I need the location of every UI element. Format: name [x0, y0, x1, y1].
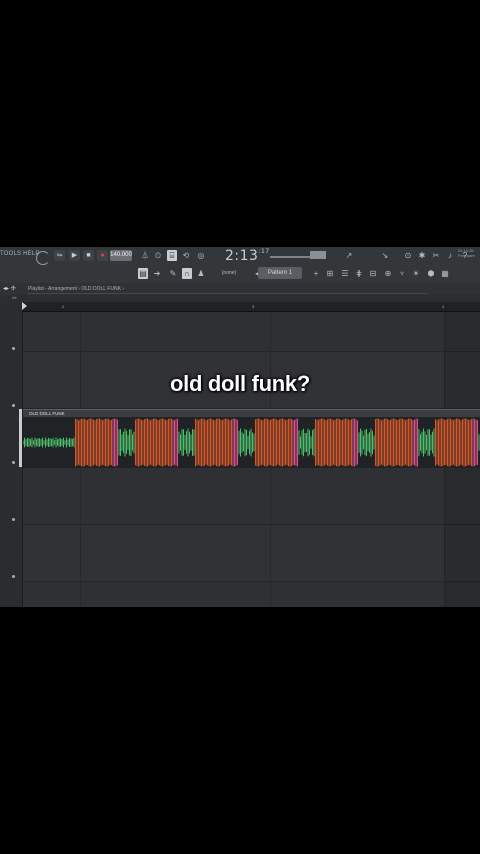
- snap-select[interactable]: (none): [219, 268, 239, 279]
- browser-icon[interactable]: ⊟: [368, 268, 378, 279]
- clock-sub: :17: [258, 248, 270, 255]
- ruler-mark-2: 2: [62, 304, 65, 309]
- ruler-mark-4: 4: [442, 304, 445, 309]
- track-1-dot[interactable]: [12, 347, 15, 350]
- track-5-dot[interactable]: [12, 575, 15, 578]
- playlist-track-4[interactable]: [23, 468, 480, 525]
- add-pattern-icon[interactable]: +: [311, 268, 321, 279]
- plugin-icon[interactable]: ⊕: [383, 268, 393, 279]
- blend-notes-icon[interactable]: ◎: [196, 250, 206, 261]
- mixer-icon[interactable]: ⊙: [403, 250, 413, 261]
- version-line-2: Freeware: [458, 253, 475, 258]
- song-start-marker-icon[interactable]: [22, 302, 27, 310]
- piano-roll-icon[interactable]: ⊞: [325, 268, 335, 279]
- play-icon[interactable]: ▶: [69, 250, 80, 261]
- clock-main: 2:13: [225, 248, 259, 264]
- audio-clip-waveform: [22, 417, 480, 468]
- main-toolbar: TOOLS HELP ⇋ ▶ ■ ● 140.000 ⏃ ⏲ ⌸ ⟲ ◎ 2:1…: [0, 247, 480, 284]
- zoom-icon[interactable]: ✂: [12, 295, 17, 302]
- arrow-down-icon[interactable]: ↘: [380, 250, 390, 261]
- playlist-track-6[interactable]: [23, 582, 480, 607]
- breadcrumb-nav-icon[interactable]: ◂▸ ✣: [3, 283, 16, 295]
- channel-rack-icon[interactable]: ☰: [340, 268, 350, 279]
- wait-input-icon[interactable]: ⏲: [153, 250, 163, 261]
- grid-icon[interactable]: ▦: [440, 268, 450, 279]
- master-volume-knob[interactable]: [36, 251, 50, 265]
- connect-icon[interactable]: ♆: [397, 268, 407, 279]
- cpu-meter-line: [270, 256, 310, 258]
- render-icon[interactable]: ⬢: [426, 268, 436, 279]
- metronome-icon[interactable]: ⏃: [140, 250, 150, 261]
- track-2-dot[interactable]: [12, 404, 15, 407]
- loop-record-icon[interactable]: ⟲: [181, 250, 191, 261]
- track-3-dot[interactable]: [12, 461, 15, 464]
- stop-icon[interactable]: ■: [83, 250, 94, 261]
- arrow-up-icon[interactable]: ↗: [344, 250, 354, 261]
- track-4-dot[interactable]: [12, 518, 15, 521]
- pattern-song-toggle-icon[interactable]: ⇋: [54, 250, 65, 261]
- daw-window: TOOLS HELP ⇋ ▶ ■ ● 140.000 ⏃ ⏲ ⌸ ⟲ ◎ 2:1…: [0, 247, 480, 607]
- arrow-right-icon[interactable]: ➔: [152, 268, 162, 279]
- ruler-mark-3: 3: [252, 304, 255, 309]
- menu-tools-help[interactable]: TOOLS HELP: [0, 251, 40, 257]
- paint-tool-icon[interactable]: ✎: [168, 268, 178, 279]
- audio-clip[interactable]: OLD DOLL FUNK: [22, 409, 480, 468]
- breadcrumb: ◂▸ ✣ Playlist - Arrangement › OLD DOLL F…: [0, 283, 480, 295]
- toolbar-row-top: TOOLS HELP ⇋ ▶ ■ ● 140.000 ⏃ ⏲ ⌸ ⟲ ◎ 2:1…: [0, 247, 480, 265]
- toolbar-row-bottom: ▤ ➔ ✎ ∩ ♟ (none) ◂ Pattern 1 + ⊞ ☰ ⋕ ⊟ ⊕…: [0, 265, 480, 283]
- playlist-track-5[interactable]: [23, 525, 480, 582]
- idea-icon[interactable]: ☀: [411, 268, 421, 279]
- mixer-view-icon[interactable]: ⋕: [354, 268, 364, 279]
- magnet-icon[interactable]: ∩: [182, 268, 192, 279]
- playlist-track-1[interactable]: [23, 312, 480, 352]
- playlist-view-icon[interactable]: ▤: [138, 268, 148, 279]
- pattern-selector[interactable]: Pattern 1: [258, 267, 302, 279]
- tempo-display[interactable]: 140.000: [110, 250, 132, 261]
- video-caption: old doll funk?: [170, 371, 310, 396]
- record-icon[interactable]: ●: [97, 250, 108, 261]
- microphone-icon[interactable]: ♪: [445, 250, 455, 261]
- cpu-meter-block: [310, 251, 326, 259]
- breadcrumb-divider: [28, 293, 428, 294]
- cut-tool-icon[interactable]: ✂: [431, 250, 441, 261]
- waveform-svg: [22, 418, 480, 467]
- audio-clip-title[interactable]: OLD DOLL FUNK: [23, 410, 480, 417]
- version-tag: 29.10.36 Freeware: [458, 248, 475, 258]
- stamp-icon[interactable]: ♟: [196, 268, 206, 279]
- step-edit-icon[interactable]: ⌸: [167, 250, 177, 261]
- settings-icon[interactable]: ✱: [417, 250, 427, 261]
- clip-left-handle[interactable]: [19, 409, 22, 467]
- song-position-clock: 2:13:17: [225, 248, 270, 264]
- timeline-ruler[interactable]: 2 3 4: [22, 302, 480, 312]
